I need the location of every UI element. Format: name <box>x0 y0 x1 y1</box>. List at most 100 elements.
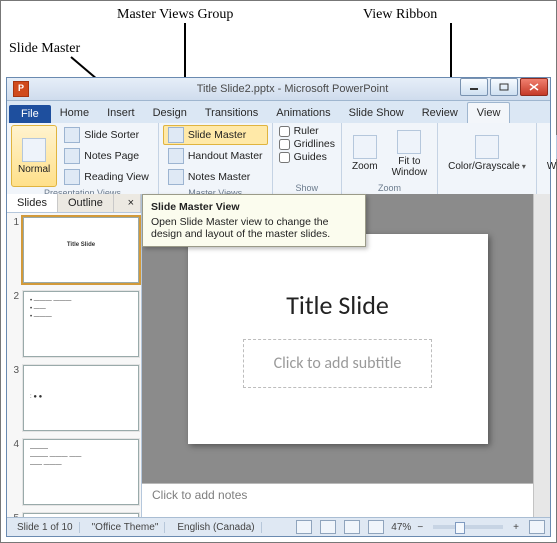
gridlines-checkbox[interactable]: Gridlines <box>277 138 337 150</box>
thumb-number: 2 <box>9 291 19 357</box>
status-bar: Slide 1 of 10 "Office Theme" English (Ca… <box>7 517 550 536</box>
fit-window-label: Fit to Window <box>392 156 428 178</box>
handout-master-button[interactable]: Handout Master <box>163 146 268 166</box>
slide-sorter-icon <box>64 127 80 143</box>
slide-canvas-area[interactable]: Slide Master View Open Slide Master view… <box>142 194 533 483</box>
notes-page-icon <box>64 148 80 164</box>
window-label: Window <box>547 161 557 172</box>
handout-master-label: Handout Master <box>188 150 263 162</box>
tooltip-title: Slide Master View <box>151 201 357 213</box>
zoom-in-button[interactable]: + <box>513 522 519 533</box>
reading-view-button[interactable]: Reading View <box>59 167 154 187</box>
view-reading-icon[interactable] <box>344 520 360 534</box>
app-icon: P <box>13 81 29 97</box>
thumb-number: 1 <box>9 217 19 283</box>
notes-master-label: Notes Master <box>188 171 250 183</box>
zoom-slider-handle[interactable] <box>455 522 465 534</box>
notes-master-button[interactable]: Notes Master <box>163 167 268 187</box>
thumbnail-list[interactable]: 1 Title Slide 2 • ——— ———• ——• ——— 3 : ●… <box>7 213 141 518</box>
tab-design[interactable]: Design <box>144 103 196 123</box>
tooltip-body: Open Slide Master view to change the des… <box>151 216 357 240</box>
thumb-number: 4 <box>9 439 19 505</box>
thumbnail-row[interactable]: 1 Title Slide <box>9 217 139 283</box>
fit-to-window-icon[interactable] <box>529 520 545 534</box>
notes-page-label: Notes Page <box>84 150 139 162</box>
anno-view-ribbon: View Ribbon <box>363 7 437 23</box>
group-master-views: Slide Master Handout Master Notes Master… <box>159 123 273 195</box>
thumb-slide[interactable]: Title Slide <box>23 217 139 283</box>
tab-animations[interactable]: Animations <box>267 103 339 123</box>
anno-master-views-group: Master Views Group <box>117 7 233 23</box>
slide-subtitle-placeholder[interactable]: Click to add subtitle <box>243 339 433 388</box>
thumb-slide[interactable]: —————— ——— ———— ——— <box>23 439 139 505</box>
slide-sorter-label: Slide Sorter <box>84 129 139 141</box>
thumb-slide[interactable]: : ● ● <box>23 365 139 431</box>
thumb-title: Title Slide <box>24 236 138 256</box>
thumbs-tab-outline[interactable]: Outline <box>58 194 114 212</box>
group-window: Window▾ <box>537 123 557 195</box>
zoom-percent[interactable]: 47% <box>391 522 411 533</box>
window-button[interactable]: Window▾ <box>541 125 557 182</box>
zoom-label: Zoom <box>352 161 378 172</box>
slide[interactable]: Title Slide Click to add subtitle <box>188 234 488 444</box>
ribbon-tabstrip: File Home Insert Design Transitions Anim… <box>7 101 550 123</box>
reading-view-icon <box>64 169 80 185</box>
ruler-check-input[interactable] <box>279 126 290 137</box>
zoom-out-button[interactable]: − <box>417 522 423 533</box>
color-grayscale-icon <box>475 135 499 159</box>
view-normal-icon[interactable] <box>296 520 312 534</box>
tab-slide-show[interactable]: Slide Show <box>340 103 413 123</box>
guides-checkbox[interactable]: Guides <box>277 151 337 163</box>
status-language[interactable]: English (Canada) <box>171 522 261 533</box>
thumb-slide[interactable]: • ——— ———• ——• ——— <box>23 291 139 357</box>
app-window: P Title Slide2.pptx - Microsoft PowerPoi… <box>6 77 551 537</box>
gridlines-check-input[interactable] <box>279 139 290 150</box>
group-zoom: Zoom Fit to Window Zoom <box>342 123 438 195</box>
normal-view-button[interactable]: Normal <box>11 125 57 187</box>
notes-page-button[interactable]: Notes Page <box>59 146 154 166</box>
maximize-button[interactable] <box>490 78 518 96</box>
notes-pane[interactable]: Click to add notes <box>142 483 533 518</box>
ruler-label: Ruler <box>294 125 319 137</box>
tab-view[interactable]: View <box>467 102 511 123</box>
close-button[interactable] <box>520 78 548 96</box>
color-grayscale-label: Color/Grayscale <box>448 161 520 172</box>
vertical-scrollbar[interactable] <box>533 194 550 518</box>
minimize-button[interactable] <box>460 78 488 96</box>
thumbnail-row[interactable]: 3 : ● ● <box>9 365 139 431</box>
tab-review[interactable]: Review <box>413 103 467 123</box>
gridlines-label: Gridlines <box>294 138 335 150</box>
slide-title-placeholder[interactable]: Title Slide <box>286 289 389 321</box>
thumbnail-row[interactable]: 2 • ——— ———• ——• ——— <box>9 291 139 357</box>
view-slideshow-icon[interactable] <box>368 520 384 534</box>
ruler-checkbox[interactable]: Ruler <box>277 125 337 137</box>
group-show: Ruler Gridlines Guides Show <box>273 123 342 195</box>
fit-window-button[interactable]: Fit to Window <box>386 125 434 182</box>
color-grayscale-button[interactable]: Color/Grayscale▾ <box>442 125 532 182</box>
thumbnail-row[interactable]: 4 —————— ——— ———— ——— <box>9 439 139 505</box>
slide-master-button[interactable]: Slide Master <box>163 125 268 145</box>
thumbs-tab-slides[interactable]: Slides <box>7 194 58 212</box>
handout-master-icon <box>168 148 184 164</box>
fit-window-icon <box>397 130 421 154</box>
tab-home[interactable]: Home <box>51 103 98 123</box>
view-sorter-icon[interactable] <box>320 520 336 534</box>
notes-master-icon <box>168 169 184 185</box>
slide-master-tooltip: Slide Master View Open Slide Master view… <box>142 194 366 247</box>
zoom-slider[interactable] <box>433 525 503 529</box>
tab-insert[interactable]: Insert <box>98 103 144 123</box>
slide-master-label: Slide Master <box>188 129 246 141</box>
tab-transitions[interactable]: Transitions <box>196 103 267 123</box>
status-slide-number: Slide 1 of 10 <box>11 522 80 533</box>
guides-check-input[interactable] <box>279 152 290 163</box>
workspace: Slides Outline × 1 Title Slide 2 • ——— —… <box>7 194 550 518</box>
tab-file[interactable]: File <box>9 105 51 123</box>
ribbon: Normal Slide Sorter Notes Page Reading V… <box>7 123 550 196</box>
normal-view-label: Normal <box>18 164 50 175</box>
editor-pane: Slide Master View Open Slide Master view… <box>142 194 533 518</box>
zoom-button[interactable]: Zoom <box>346 125 384 182</box>
thumbnail-pane: Slides Outline × 1 Title Slide 2 • ——— —… <box>7 194 142 518</box>
thumbs-close-button[interactable]: × <box>122 194 141 212</box>
anno-slide-master: Slide Master <box>9 41 80 57</box>
slide-sorter-button[interactable]: Slide Sorter <box>59 125 154 145</box>
